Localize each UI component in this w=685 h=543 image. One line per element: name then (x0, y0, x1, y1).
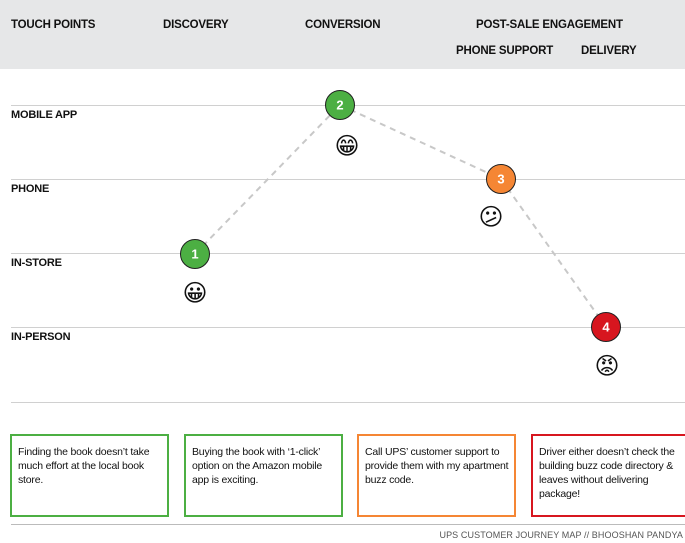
step-note-text: Call UPS’ customer support to provide th… (365, 446, 509, 486)
journey-path: 1 2 3 4 (180, 90, 621, 342)
step-note-card-4: Driver either doesn’t check the building… (531, 434, 685, 517)
emoji-confused-icon: 😕 (478, 204, 504, 231)
step-marker-3: 3 (486, 164, 516, 194)
step-note-text: Driver either doesn’t check the building… (539, 446, 675, 500)
connector-line (194, 104, 341, 255)
step-note-text: Buying the book with ‘1-click’ option on… (192, 446, 323, 486)
emoji-very-happy-icon: 😁 (334, 133, 360, 160)
emoji-happy-icon: 😀 (182, 280, 208, 307)
step-note-card-2: Buying the book with ‘1-click’ option on… (184, 434, 343, 517)
step-marker-number: 4 (602, 320, 610, 335)
connector-line (339, 104, 502, 180)
step-note-card-1: Finding the book doesn’t take much effor… (10, 434, 169, 517)
connector-line (500, 178, 607, 328)
step-marker-1: 1 (180, 239, 210, 269)
step-marker-number: 1 (191, 247, 198, 262)
footer-divider (11, 524, 685, 525)
emoji-angry-icon: 😡 (594, 353, 620, 380)
step-marker-number: 3 (497, 172, 504, 187)
step-marker-2: 2 (325, 90, 355, 120)
step-marker-4: 4 (591, 312, 621, 342)
step-note-card-3: Call UPS’ customer support to provide th… (357, 434, 516, 517)
step-marker-number: 2 (336, 98, 343, 113)
footer-credit: UPS CUSTOMER JOURNEY MAP // BHOOSHAN PAN… (439, 530, 683, 540)
step-note-text: Finding the book doesn’t take much effor… (18, 446, 150, 486)
